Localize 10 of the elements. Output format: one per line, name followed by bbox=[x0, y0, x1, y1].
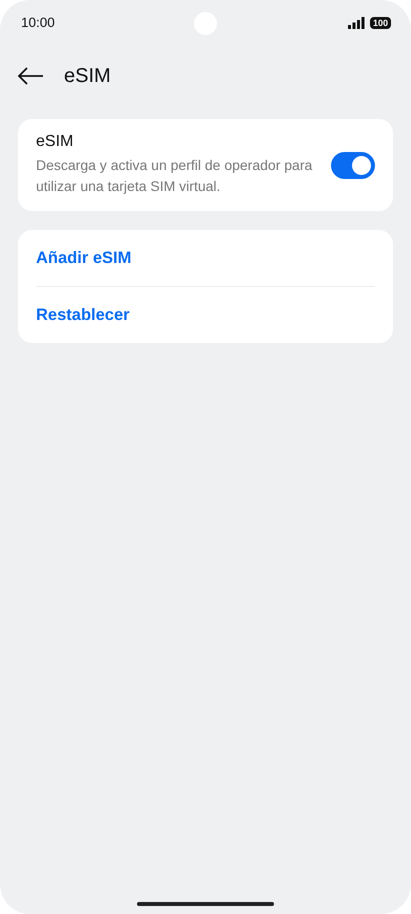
back-button[interactable] bbox=[18, 67, 44, 85]
signal-icon bbox=[348, 16, 365, 28]
setting-title: eSIM bbox=[36, 133, 74, 151]
action-link[interactable]: Restablecer bbox=[18, 287, 393, 343]
battery-level: 100 bbox=[370, 16, 391, 28]
esim-toggle[interactable] bbox=[331, 152, 375, 178]
action-link[interactable]: Añadir eSIM bbox=[18, 230, 393, 286]
setting-description: Descarga y activa un perfil de operador para utilizar una tarjeta SIM virtual. bbox=[36, 156, 314, 196]
status-time: 10:00 bbox=[21, 15, 55, 30]
page-title: eSIM bbox=[64, 64, 111, 88]
